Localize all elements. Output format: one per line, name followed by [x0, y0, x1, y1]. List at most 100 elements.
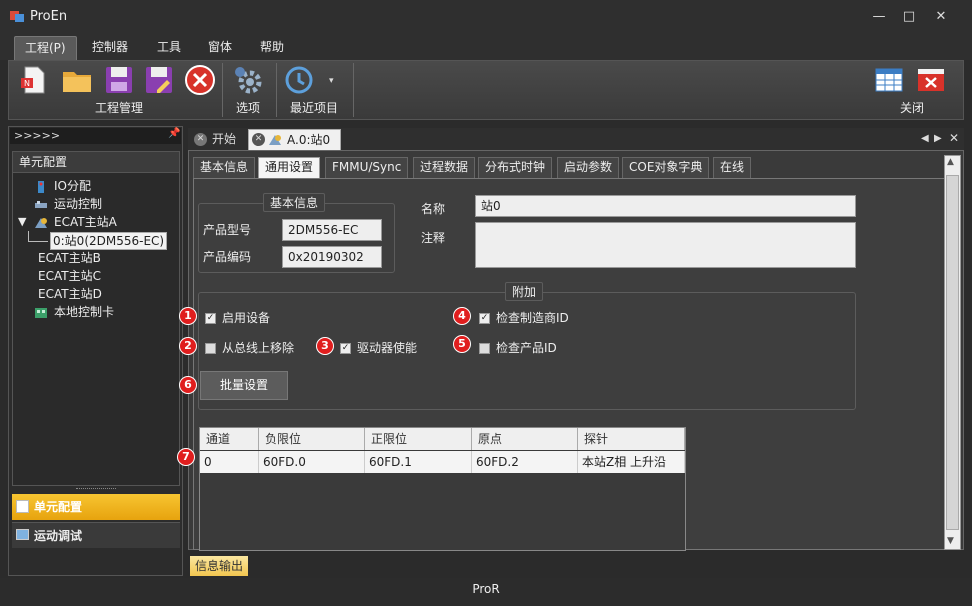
tree-item-io[interactable]: IO分配 — [34, 177, 91, 195]
tree-item-station0[interactable]: 0:站0(2DM556-EC) — [50, 232, 168, 250]
nav-motion-debug[interactable]: 运动调试 — [12, 522, 180, 548]
table-window-icon[interactable] — [873, 64, 905, 96]
ribbon-group-recent: 最近项目 — [290, 101, 339, 115]
table-cell[interactable]: 60FD.0 — [259, 451, 365, 473]
menu-window[interactable]: 窗体 — [198, 36, 242, 60]
card-icon — [35, 307, 47, 318]
column-header-pos-limit[interactable]: 正限位 — [365, 428, 472, 450]
remove-from-bus-checkbox[interactable]: 从总线上移除 — [205, 339, 294, 356]
output-tab[interactable]: 信息输出 — [190, 556, 248, 576]
drive-enable-checkbox[interactable]: ✓ 驱动器使能 — [340, 339, 417, 356]
gear-icon[interactable] — [232, 64, 264, 96]
tab-scroll-left-icon[interactable]: ◀ — [921, 133, 929, 144]
save-icon[interactable] — [103, 64, 135, 96]
section-title: 单元配置 — [12, 151, 180, 173]
close-project-icon[interactable] — [184, 64, 216, 96]
checkbox-checked-icon[interactable]: ✓ — [205, 313, 216, 324]
checkbox-checked-icon[interactable]: ✓ — [340, 343, 351, 354]
column-header-neg-limit[interactable]: 负限位 — [259, 428, 365, 450]
tab-scroll-right-icon[interactable]: ▶ — [934, 133, 942, 144]
badge-6: 6 — [179, 376, 197, 394]
subtab-online[interactable]: 在线 — [713, 157, 752, 178]
tree-item-label: ECAT主站A — [54, 215, 117, 229]
expand-arrow-icon[interactable]: ▼ — [18, 215, 26, 228]
window-title: ProEn — [30, 9, 68, 24]
splitter-grip[interactable] — [76, 488, 116, 491]
chevron-down-icon[interactable]: ▾ — [329, 76, 334, 86]
close-icon[interactable]: ✕ — [252, 133, 265, 146]
column-header-origin[interactable]: 原点 — [472, 428, 578, 450]
check-product-id-checkbox[interactable]: 检查产品ID — [479, 339, 557, 356]
checkbox-label: 启用设备 — [222, 311, 271, 325]
badge-4: 4 — [453, 307, 471, 325]
name-field[interactable]: 站0 — [475, 195, 856, 217]
document-icon — [16, 500, 29, 513]
close-tab-icon[interactable]: ✕ — [949, 131, 959, 145]
tree-item-ecat-d[interactable]: ECAT主站D — [38, 285, 102, 303]
tab-start[interactable]: ✕ 开始 — [190, 129, 246, 150]
pin-icon[interactable]: 📌 — [168, 128, 180, 139]
scroll-up-icon[interactable]: ▲ — [947, 157, 954, 167]
subtab-fmmu[interactable]: FMMU/Sync — [325, 157, 409, 178]
ribbon-group-options: 选项 — [236, 101, 261, 115]
table-cell[interactable]: 60FD.2 — [472, 451, 578, 473]
name-label: 名称 — [421, 202, 446, 216]
close-all-icon[interactable] — [915, 64, 947, 96]
check-vendor-id-checkbox[interactable]: ✓ 检查制造商ID — [479, 309, 569, 326]
batch-settings-button[interactable]: 批量设置 — [200, 371, 288, 400]
table-cell[interactable]: 0 — [200, 451, 259, 473]
menu-project[interactable]: 工程(P) — [14, 36, 77, 60]
table-cell[interactable]: 60FD.1 — [365, 451, 472, 473]
tab-label: 开始 — [212, 132, 237, 146]
column-header-channel[interactable]: 通道 — [200, 428, 259, 450]
subtab-basic-info[interactable]: 基本信息 — [193, 157, 256, 178]
maximize-icon[interactable]: □ — [895, 6, 923, 28]
tree-item-ecat-a[interactable]: ECAT主站A — [34, 213, 117, 231]
tree-item-label: 本地控制卡 — [54, 305, 115, 319]
badge-5: 5 — [453, 335, 471, 353]
save-as-icon[interactable] — [143, 64, 175, 96]
ribbon-separator — [222, 63, 223, 117]
note-field[interactable] — [475, 222, 856, 268]
history-icon[interactable] — [283, 64, 315, 96]
close-icon[interactable]: ✕ — [194, 133, 207, 146]
column-header-probe[interactable]: 探针 — [578, 428, 685, 450]
open-folder-icon[interactable] — [61, 64, 93, 96]
nav-label: 运动调试 — [34, 529, 83, 543]
scroll-down-icon[interactable]: ▼ — [947, 536, 954, 546]
subtab-process-data[interactable]: 过程数据 — [413, 157, 476, 178]
tree-item-ecat-c[interactable]: ECAT主站C — [38, 267, 101, 285]
tree-item-ecat-b[interactable]: ECAT主站B — [38, 249, 101, 267]
subtab-dc[interactable]: 分布式时钟 — [478, 157, 553, 178]
ribbon-group-close: 关闭 — [900, 101, 925, 115]
checkbox-label: 从总线上移除 — [222, 341, 295, 355]
product-code-field[interactable]: 0x20190302 — [282, 246, 382, 268]
menu-controller[interactable]: 控制器 — [82, 36, 138, 60]
tree-item-local-card[interactable]: 本地控制卡 — [34, 303, 114, 321]
enable-device-checkbox[interactable]: ✓ 启用设备 — [205, 309, 270, 326]
station-icon — [269, 135, 281, 145]
badge-3: 3 — [316, 337, 334, 355]
product-model-field[interactable]: 2DM556-EC — [282, 219, 382, 241]
product-model-label: 产品型号 — [203, 223, 252, 237]
nav-unit-config[interactable]: 单元配置 — [12, 494, 180, 520]
minimize-icon[interactable]: — — [865, 6, 893, 28]
tab-station0[interactable]: ✕ A.0:站0 — [248, 129, 342, 150]
subtab-coe[interactable]: COE对象字典 — [622, 157, 710, 178]
scrollbar-thumb[interactable] — [946, 175, 959, 530]
subtab-startup[interactable]: 启动参数 — [557, 157, 620, 178]
checkbox-checked-icon[interactable]: ✓ — [479, 313, 490, 324]
checkbox-unchecked-icon[interactable] — [205, 343, 216, 354]
tree-item-label: IO分配 — [54, 179, 91, 193]
checkbox-unchecked-icon[interactable] — [479, 343, 490, 354]
subtab-general[interactable]: 通用设置 — [258, 157, 321, 178]
tree-item-label: 运动控制 — [54, 197, 103, 211]
table-cell[interactable]: 本站Z相 上升沿 — [578, 451, 685, 473]
tree-connector — [28, 241, 48, 242]
menu-help[interactable]: 帮助 — [250, 36, 294, 60]
new-project-icon[interactable]: N — [18, 64, 50, 96]
panel-collapse-header[interactable]: >>>>> — [10, 128, 181, 144]
menu-tools[interactable]: 工具 — [147, 36, 191, 60]
tree-item-motion[interactable]: 运动控制 — [34, 195, 102, 213]
close-window-icon[interactable]: ✕ — [927, 6, 955, 28]
